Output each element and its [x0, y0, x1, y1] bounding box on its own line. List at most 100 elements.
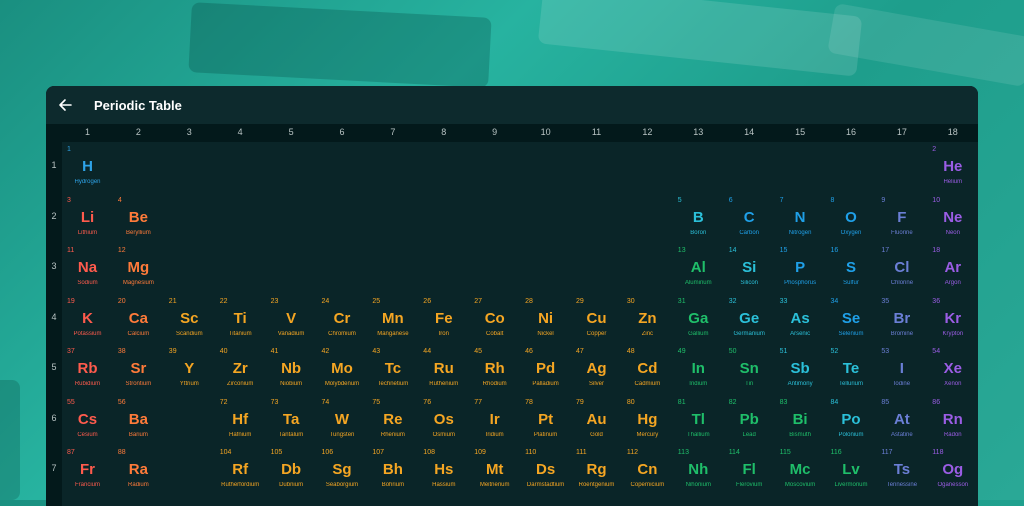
- element-tile-pd[interactable]: 46 Pd Palladium: [520, 344, 571, 394]
- element-tile-mc[interactable]: 115 Mc Moscovium: [775, 445, 826, 495]
- element-tile-o[interactable]: 8 O Oxygen: [826, 193, 877, 243]
- element-tile-og[interactable]: 118 Og Oganesson: [927, 445, 978, 495]
- element-tile-xe[interactable]: 54 Xe Xenon: [927, 344, 978, 394]
- element-symbol: As: [790, 309, 810, 327]
- element-name: Flerovium: [736, 482, 763, 488]
- element-tile-i[interactable]: 53 I Iodine: [876, 344, 927, 394]
- element-tile-ne[interactable]: 10 Ne Neon: [927, 193, 978, 243]
- element-tile-y[interactable]: 39 Y Yttrium: [164, 344, 215, 394]
- element-tile-ds[interactable]: 110 Ds Darmstadtium: [520, 445, 571, 495]
- element-tile-re[interactable]: 75 Re Rhenium: [367, 395, 418, 445]
- element-tile-ir[interactable]: 77 Ir Iridium: [469, 395, 520, 445]
- element-tile-ag[interactable]: 47 Ag Silver: [571, 344, 622, 394]
- element-name: Sulfur: [843, 280, 859, 286]
- element-tile-ti[interactable]: 22 Ti Titanium: [215, 294, 266, 344]
- element-tile-kr[interactable]: 36 Kr Krypton: [927, 294, 978, 344]
- element-tile-fe[interactable]: 26 Fe Iron: [418, 294, 469, 344]
- back-button[interactable]: [46, 86, 84, 124]
- element-tile-tl[interactable]: 81 Tl Thallium: [673, 395, 724, 445]
- element-tile-au[interactable]: 79 Au Gold: [571, 395, 622, 445]
- element-tile-he[interactable]: 2 He Helium: [927, 142, 978, 192]
- element-tile-mo[interactable]: 42 Mo Molybdenum: [317, 344, 368, 394]
- element-name: Oganesson: [937, 482, 969, 488]
- element-tile-s[interactable]: 16 S Sulfur: [826, 243, 877, 293]
- element-tile-mn[interactable]: 25 Mn Manganese: [367, 294, 418, 344]
- element-tile-si[interactable]: 14 Si Silicon: [724, 243, 775, 293]
- element-name: Copernicium: [630, 482, 665, 488]
- element-tile-ge[interactable]: 32 Ge Germanium: [724, 294, 775, 344]
- element-tile-ta[interactable]: 73 Ta Tantalum: [266, 395, 317, 445]
- element-tile-be[interactable]: 4 Be Beryllium: [113, 193, 164, 243]
- element-tile-ru[interactable]: 44 Ru Ruthenium: [418, 344, 469, 394]
- element-tile-hs[interactable]: 108 Hs Hassium: [418, 445, 469, 495]
- element-tile-pb[interactable]: 82 Pb Lead: [724, 395, 775, 445]
- element-tile-n[interactable]: 7 N Nitrogen: [775, 193, 826, 243]
- element-tile-at[interactable]: 85 At Astatine: [876, 395, 927, 445]
- element-tile-lv[interactable]: 116 Lv Livermorium: [826, 445, 877, 495]
- element-tile-ba[interactable]: 56 Ba Barium: [113, 395, 164, 445]
- element-tile-ar[interactable]: 18 Ar Argon: [927, 243, 978, 293]
- element-tile-cl[interactable]: 17 Cl Chlorine: [876, 243, 927, 293]
- element-tile-pt[interactable]: 78 Pt Platinum: [520, 395, 571, 445]
- element-tile-ga[interactable]: 31 Ga Gallium: [673, 294, 724, 344]
- background-shape: [188, 2, 492, 88]
- element-tile-bi[interactable]: 83 Bi Bismuth: [775, 395, 826, 445]
- element-tile-rh[interactable]: 45 Rh Rhodium: [469, 344, 520, 394]
- element-tile-co[interactable]: 27 Co Cobalt: [469, 294, 520, 344]
- element-tile-bh[interactable]: 107 Bh Bohrium: [367, 445, 418, 495]
- element-tile-db[interactable]: 105 Db Dubnium: [266, 445, 317, 495]
- element-tile-li[interactable]: 3 Li Lithium: [62, 193, 113, 243]
- element-tile-nb[interactable]: 41 Nb Niobium: [266, 344, 317, 394]
- element-tile-ts[interactable]: 117 Ts Tennessine: [876, 445, 927, 495]
- element-tile-nh[interactable]: 113 Nh Nihonium: [673, 445, 724, 495]
- element-tile-sb[interactable]: 51 Sb Antimony: [775, 344, 826, 394]
- element-tile-hg[interactable]: 80 Hg Mercury: [622, 395, 673, 445]
- element-tile-as[interactable]: 33 As Arsenic: [775, 294, 826, 344]
- element-tile-po[interactable]: 84 Po Polonium: [826, 395, 877, 445]
- element-tile-w[interactable]: 74 W Tungsten: [317, 395, 368, 445]
- element-tile-cn[interactable]: 112 Cn Copernicium: [622, 445, 673, 495]
- element-tile-in[interactable]: 49 In Indium: [673, 344, 724, 394]
- element-tile-te[interactable]: 52 Te Tellurium: [826, 344, 877, 394]
- element-tile-mt[interactable]: 109 Mt Meitnerium: [469, 445, 520, 495]
- element-tile-al[interactable]: 13 Al Aluminum: [673, 243, 724, 293]
- element-tile-h[interactable]: 1 H Hydrogen: [62, 142, 113, 192]
- element-tile-na[interactable]: 11 Na Sodium: [62, 243, 113, 293]
- element-tile-sr[interactable]: 38 Sr Strontium: [113, 344, 164, 394]
- element-tile-p[interactable]: 15 P Phosphorus: [775, 243, 826, 293]
- element-tile-c[interactable]: 6 C Carbon: [724, 193, 775, 243]
- element-tile-fr[interactable]: 87 Fr Francium: [62, 445, 113, 495]
- element-tile-mg[interactable]: 12 Mg Magnesium: [113, 243, 164, 293]
- element-tile-cu[interactable]: 29 Cu Copper: [571, 294, 622, 344]
- element-tile-ca[interactable]: 20 Ca Calcium: [113, 294, 164, 344]
- element-tile-rf[interactable]: 104 Rf Rutherfordium: [215, 445, 266, 495]
- element-tile-b[interactable]: 5 B Boron: [673, 193, 724, 243]
- element-tile-sc[interactable]: 21 Sc Scandium: [164, 294, 215, 344]
- element-tile-ra[interactable]: 88 Ra Radium: [113, 445, 164, 495]
- element-tile-rn[interactable]: 86 Rn Radon: [927, 395, 978, 445]
- element-tile-hf[interactable]: 72 Hf Hafnium: [215, 395, 266, 445]
- element-tile-br[interactable]: 35 Br Bromine: [876, 294, 927, 344]
- element-tile-zn[interactable]: 30 Zn Zinc: [622, 294, 673, 344]
- element-tile-k[interactable]: 19 K Potassium: [62, 294, 113, 344]
- element-tile-os[interactable]: 76 Os Osmium: [418, 395, 469, 445]
- element-tile-cr[interactable]: 24 Cr Chromium: [317, 294, 368, 344]
- column-header: 9: [492, 127, 498, 137]
- element-name: Francium: [74, 482, 100, 488]
- element-tile-cs[interactable]: 55 Cs Cesium: [62, 395, 113, 445]
- atomic-number: 23: [270, 297, 279, 305]
- element-tile-sg[interactable]: 106 Sg Seaborgium: [317, 445, 368, 495]
- element-tile-ni[interactable]: 28 Ni Nickel: [520, 294, 571, 344]
- element-tile-rg[interactable]: 111 Rg Roentgenium: [571, 445, 622, 495]
- element-tile-tc[interactable]: 43 Tc Technetium: [367, 344, 418, 394]
- element-tile-sn[interactable]: 50 Sn Tin: [724, 344, 775, 394]
- element-symbol: I: [899, 360, 904, 377]
- element-name: Rubidium: [74, 381, 101, 387]
- element-tile-fl[interactable]: 114 Fl Flerovium: [724, 445, 775, 495]
- element-tile-se[interactable]: 34 Se Selenium: [826, 294, 877, 344]
- element-tile-f[interactable]: 9 F Fluorine: [876, 193, 927, 243]
- element-tile-cd[interactable]: 48 Cd Cadmium: [622, 344, 673, 394]
- element-tile-zr[interactable]: 40 Zr Zirconium: [215, 344, 266, 394]
- element-tile-v[interactable]: 23 V Vanadium: [266, 294, 317, 344]
- element-tile-rb[interactable]: 37 Rb Rubidium: [62, 344, 113, 394]
